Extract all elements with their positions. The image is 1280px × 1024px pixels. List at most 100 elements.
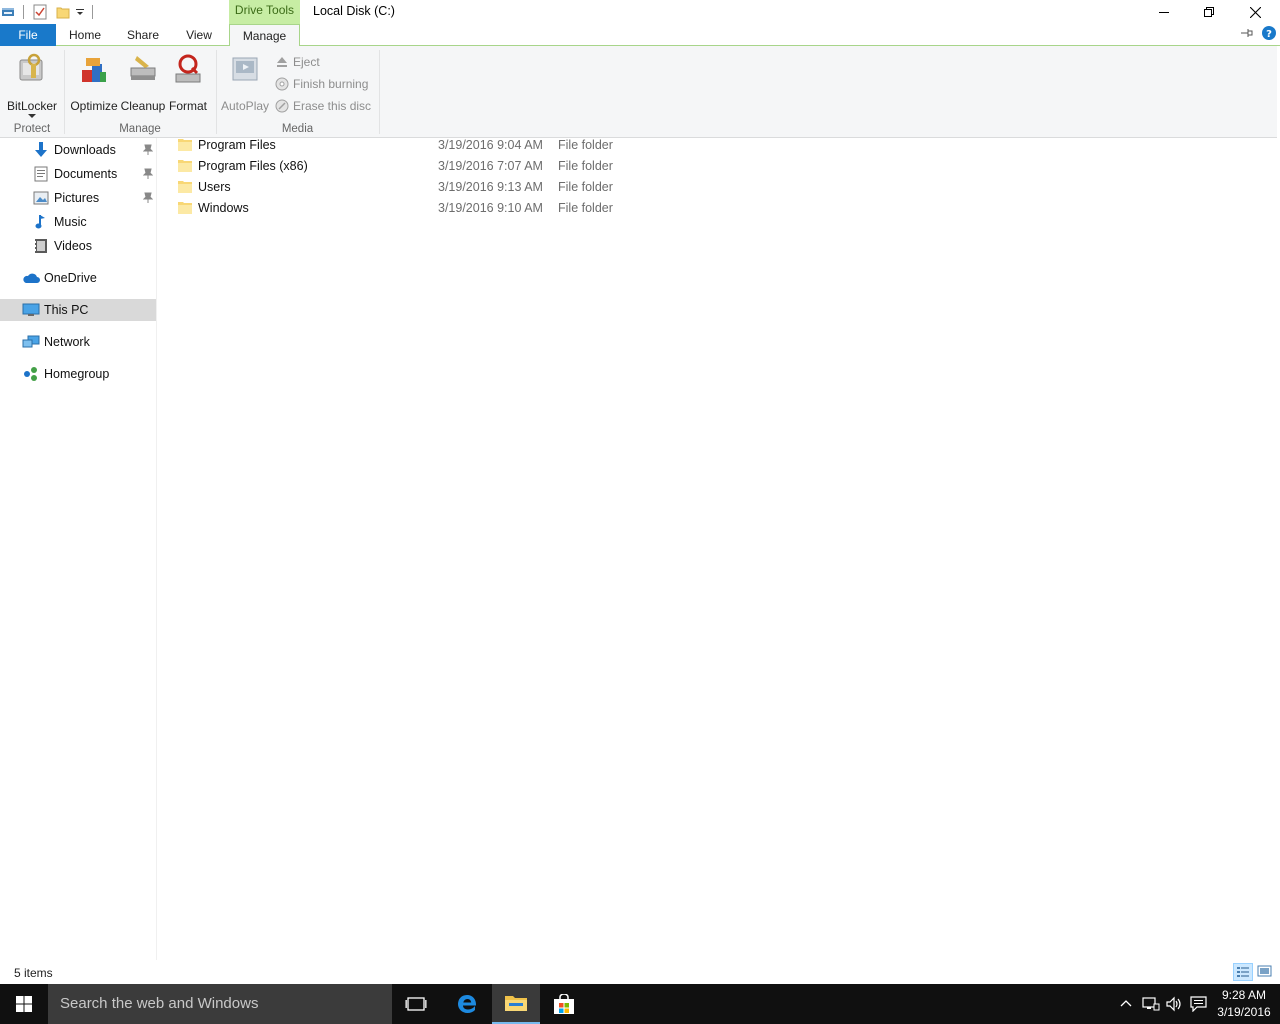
- erase-disc-label: Erase this disc: [293, 99, 372, 113]
- autoplay-icon: [232, 57, 258, 81]
- nav-item-network[interactable]: Network: [0, 331, 156, 353]
- nav-item-label: Downloads: [54, 143, 116, 157]
- pin-icon: [143, 192, 153, 203]
- explorer-app-icon[interactable]: [2, 2, 16, 22]
- tab-view[interactable]: View: [178, 24, 220, 46]
- network-icon: [22, 333, 40, 351]
- file-explorer-folder-icon: [505, 996, 527, 1011]
- properties-icon[interactable]: [33, 2, 47, 22]
- documents-icon: [32, 165, 50, 183]
- file-name: Program Files (x86): [198, 158, 308, 173]
- eject-icon: [277, 57, 287, 67]
- file-row[interactable]: Program Files (x86) 3/19/2016 7:07 AM Fi…: [178, 155, 698, 176]
- file-type: File folder: [558, 137, 613, 152]
- chevron-up-icon: [1120, 1000, 1132, 1007]
- tab-manage[interactable]: Manage: [229, 24, 300, 47]
- file-row[interactable]: Windows 3/19/2016 9:10 AM File folder: [178, 197, 698, 218]
- large-icons-view-icon: [1257, 965, 1272, 977]
- folder-icon: [178, 139, 192, 151]
- window-title: Local Disk (C:): [313, 4, 395, 18]
- nav-item-this-pc[interactable]: This PC: [0, 299, 156, 321]
- navigation-pane: Downloads Documents Pictures Music Video…: [0, 138, 157, 960]
- optimize-drive-icon: [82, 58, 106, 82]
- music-note-icon: [32, 213, 50, 231]
- file-name: Users: [198, 179, 231, 194]
- folder-icon: [178, 202, 192, 214]
- action-center-icon: [1190, 996, 1207, 1013]
- close-icon: [1249, 6, 1261, 18]
- bitlocker-label: BitLocker: [6, 99, 58, 113]
- file-date: 3/19/2016 9:04 AM: [438, 137, 543, 152]
- windows-logo-icon: [16, 996, 32, 1012]
- details-view-button[interactable]: [1233, 963, 1253, 981]
- large-icons-view-button[interactable]: [1256, 963, 1276, 981]
- volume-tray-button[interactable]: [1166, 996, 1184, 1012]
- help-icon: ?: [1262, 26, 1276, 40]
- autoplay-button[interactable]: AutoPlay: [221, 52, 269, 120]
- nav-item-label: Videos: [54, 239, 92, 253]
- file-date: 3/19/2016 9:10 AM: [438, 200, 543, 215]
- format-button[interactable]: Format: [167, 52, 209, 120]
- file-type: File folder: [558, 179, 613, 194]
- eject-button[interactable]: Eject: [275, 52, 320, 72]
- file-row[interactable]: Program Files 3/19/2016 9:04 AM File fol…: [178, 134, 698, 155]
- pin-ribbon-button[interactable]: [1240, 26, 1254, 42]
- erase-disc-button[interactable]: Erase this disc: [275, 96, 371, 116]
- task-view-button[interactable]: [392, 984, 440, 1024]
- nav-item-onedrive[interactable]: OneDrive: [0, 267, 156, 289]
- svg-text:?: ?: [1266, 29, 1272, 40]
- taskbar-clock[interactable]: 9:28 AM 3/19/2016: [1212, 987, 1276, 1021]
- format-label: Format: [168, 99, 207, 113]
- nav-item-label: This PC: [44, 303, 89, 317]
- nav-item-pictures[interactable]: Pictures: [0, 187, 156, 209]
- network-tray-button[interactable]: [1142, 996, 1160, 1012]
- restore-button[interactable]: [1186, 0, 1232, 24]
- nav-item-homegroup[interactable]: Homegroup: [0, 363, 156, 385]
- autoplay-label: AutoPlay: [221, 99, 270, 113]
- close-button[interactable]: [1232, 0, 1278, 24]
- file-row[interactable]: Users 3/19/2016 9:13 AM File folder: [178, 176, 698, 197]
- status-bar: 5 items: [0, 960, 1280, 984]
- store-bag-icon: [554, 994, 574, 1014]
- file-name: Windows: [198, 200, 249, 215]
- disk-cleanup-icon: [130, 56, 156, 80]
- nav-item-documents[interactable]: Documents: [0, 163, 156, 185]
- nav-item-label: Documents: [54, 167, 118, 181]
- nav-item-videos[interactable]: Videos: [0, 235, 156, 257]
- store-button[interactable]: [540, 984, 588, 1024]
- quick-access-separator: [92, 5, 93, 19]
- item-count: 5 items: [14, 966, 53, 980]
- tab-file[interactable]: File: [0, 24, 56, 46]
- nav-item-label: Homegroup: [44, 367, 110, 381]
- help-button[interactable]: ?: [1262, 26, 1276, 42]
- clock-date: 3/19/2016: [1217, 1005, 1271, 1019]
- drive-tools-context-title: Drive Tools: [229, 0, 300, 24]
- nav-item-label: Pictures: [54, 191, 100, 205]
- restore-icon: [1204, 7, 1214, 17]
- minimize-button[interactable]: [1141, 0, 1187, 24]
- optimize-button[interactable]: Optimize: [69, 52, 119, 120]
- file-explorer-taskbar-button[interactable]: [492, 984, 540, 1024]
- nav-item-music[interactable]: Music: [0, 211, 156, 233]
- edge-browser-button[interactable]: [443, 984, 491, 1024]
- action-center-button[interactable]: [1190, 996, 1208, 1013]
- file-date: 3/19/2016 7:07 AM: [438, 158, 543, 173]
- group-separator: [64, 50, 65, 134]
- start-button[interactable]: [0, 984, 48, 1024]
- file-date: 3/19/2016 9:13 AM: [438, 179, 543, 194]
- bitlocker-button[interactable]: BitLocker: [4, 52, 60, 120]
- nav-item-label: OneDrive: [44, 271, 97, 285]
- tab-share[interactable]: Share: [120, 24, 166, 46]
- nav-item-downloads[interactable]: Downloads: [0, 139, 156, 161]
- customize-quick-access-chevron-icon[interactable]: [75, 2, 85, 22]
- pictures-icon: [32, 189, 50, 207]
- new-folder-icon[interactable]: [56, 2, 70, 22]
- finish-burning-button[interactable]: Finish burning: [275, 74, 368, 94]
- group-label-protect: Protect: [13, 123, 51, 135]
- ribbon: BitLocker Protect Optimize Cleanup Forma…: [0, 46, 1277, 138]
- cleanup-button[interactable]: Cleanup: [120, 52, 166, 120]
- tab-home[interactable]: Home: [62, 24, 108, 46]
- show-hidden-icons-button[interactable]: [1119, 996, 1133, 1012]
- pin-icon: [143, 144, 153, 155]
- taskbar-search-box[interactable]: Search the web and Windows: [48, 984, 392, 1024]
